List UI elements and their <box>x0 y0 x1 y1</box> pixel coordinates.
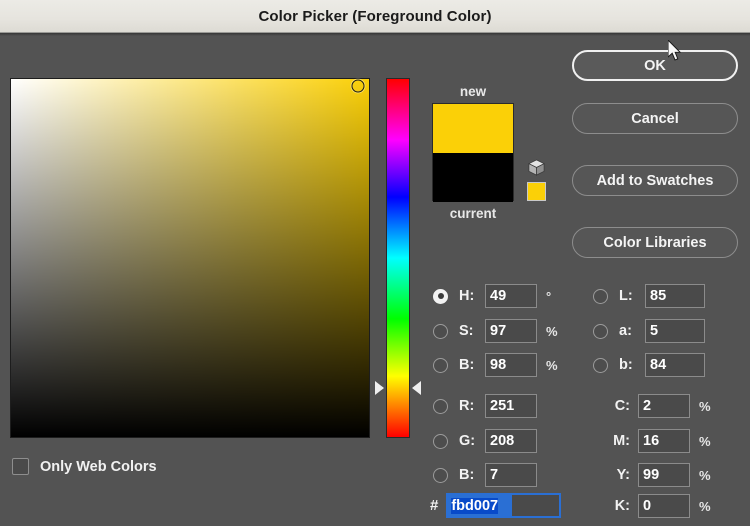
lab-a-input[interactable] <box>645 319 705 343</box>
black-label: K: <box>614 498 630 514</box>
new-color-swatch[interactable] <box>433 104 513 153</box>
radio-saturation[interactable] <box>433 323 448 339</box>
out-of-web-gamut-cube-icon[interactable] <box>527 158 546 177</box>
yellow-unit: % <box>699 467 711 483</box>
page-title: Color Picker (Foreground Color) <box>258 7 492 25</box>
radio-lab-l[interactable] <box>593 288 608 304</box>
green-label: G: <box>459 433 476 449</box>
hsb-saturation-row[interactable]: S: % <box>433 319 558 343</box>
black-unit: % <box>699 498 711 514</box>
lab-b-label: b: <box>619 357 633 373</box>
hue-unit: ° <box>546 288 552 304</box>
title-bar: Color Picker (Foreground Color) <box>0 0 750 33</box>
brightness-input[interactable] <box>485 353 537 377</box>
black-input[interactable] <box>638 494 690 518</box>
current-color-label: current <box>449 206 497 221</box>
lab-l-input[interactable] <box>645 284 705 308</box>
hue-slider-handle-right[interactable] <box>412 380 421 395</box>
rgb-green-row[interactable]: G: <box>433 429 537 453</box>
radio-lab-b[interactable] <box>593 357 608 373</box>
color-libraries-button[interactable]: Color Libraries <box>572 227 738 258</box>
hue-spectrum-strip[interactable] <box>386 78 410 438</box>
cyan-unit: % <box>699 398 711 414</box>
radio-blue[interactable] <box>433 467 448 483</box>
hsb-brightness-row[interactable]: B: % <box>433 353 558 377</box>
hue-input[interactable] <box>485 284 537 308</box>
magenta-input[interactable] <box>638 429 690 453</box>
hue-slider-handle-left[interactable] <box>375 380 384 395</box>
lab-a-label: a: <box>619 323 632 339</box>
current-color-swatch[interactable] <box>433 153 513 202</box>
titlebar-shadow <box>0 33 750 36</box>
cmyk-black-row[interactable]: K: % <box>608 494 711 518</box>
saturation-brightness-field[interactable] <box>10 78 370 438</box>
radio-lab-a[interactable] <box>593 323 608 339</box>
red-input[interactable] <box>485 394 537 418</box>
lab-l-label: L: <box>619 288 633 304</box>
only-web-colors-row[interactable]: Only Web Colors <box>12 458 157 475</box>
cancel-button[interactable]: Cancel <box>572 103 738 134</box>
hsb-hue-row[interactable]: H: ° <box>433 284 551 308</box>
cmyk-magenta-row[interactable]: M: % <box>608 429 711 453</box>
ok-button[interactable]: OK <box>572 50 738 81</box>
color-picker-dialog: Color Picker (Foreground Color) Only Web… <box>0 0 750 526</box>
radio-red[interactable] <box>433 398 448 414</box>
only-web-colors-checkbox[interactable] <box>12 458 29 475</box>
hue-slider[interactable] <box>375 78 421 438</box>
saturation-label: S: <box>459 323 474 339</box>
only-web-colors-label: Only Web Colors <box>40 458 157 475</box>
web-safe-color-swatch[interactable] <box>527 182 546 201</box>
magenta-unit: % <box>699 433 711 449</box>
lab-a-row[interactable]: a: <box>593 319 705 343</box>
rgb-red-row[interactable]: R: <box>433 394 537 418</box>
color-swatch-stack[interactable] <box>432 103 514 202</box>
cmyk-cyan-row[interactable]: C: % <box>608 394 711 418</box>
cyan-input[interactable] <box>638 394 690 418</box>
magenta-label: M: <box>613 433 630 449</box>
brightness-label: B: <box>459 357 475 373</box>
hex-hash-label: # <box>430 497 439 514</box>
gamut-warning-group[interactable] <box>527 158 546 201</box>
color-preview-block: new current <box>432 84 514 221</box>
lab-b-input[interactable] <box>645 353 705 377</box>
radio-brightness[interactable] <box>433 357 448 373</box>
add-to-swatches-button[interactable]: Add to Swatches <box>572 165 738 196</box>
hue-label: H: <box>459 288 475 304</box>
yellow-label: Y: <box>616 467 630 483</box>
radio-hue[interactable] <box>433 288 448 304</box>
saturation-brightness-gradient[interactable] <box>11 79 369 437</box>
cyan-label: C: <box>614 398 630 414</box>
hex-input[interactable] <box>448 495 513 516</box>
color-field-marker-ring[interactable] <box>351 79 365 93</box>
hex-input-wrapper[interactable] <box>446 493 562 518</box>
green-input[interactable] <box>485 429 537 453</box>
blue-input[interactable] <box>485 463 537 487</box>
lab-b-row[interactable]: b: <box>593 353 705 377</box>
cmyk-yellow-row[interactable]: Y: % <box>608 463 711 487</box>
saturation-input[interactable] <box>485 319 537 343</box>
lab-lightness-row[interactable]: L: <box>593 284 705 308</box>
rgb-blue-row[interactable]: B: <box>433 463 537 487</box>
hex-color-row[interactable]: # <box>430 493 562 518</box>
brightness-unit: % <box>546 357 558 373</box>
blue-label: B: <box>459 467 475 483</box>
yellow-input[interactable] <box>638 463 690 487</box>
radio-green[interactable] <box>433 433 448 449</box>
red-label: R: <box>459 398 475 414</box>
new-color-label: new <box>459 84 487 99</box>
saturation-unit: % <box>546 323 558 339</box>
